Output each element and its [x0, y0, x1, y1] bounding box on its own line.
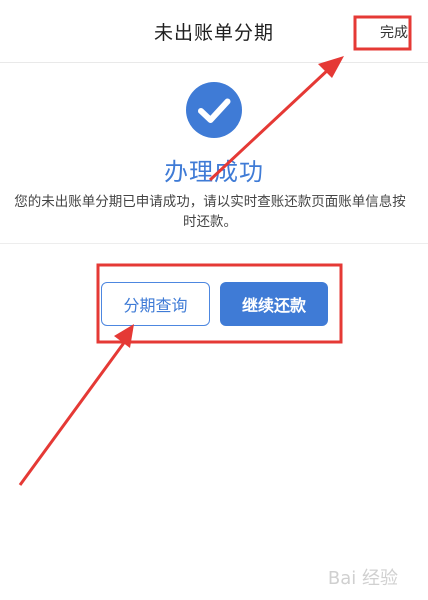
watermark: Bai 经验 [327, 568, 398, 589]
navigation-bar: 未出账单分期 完成 [0, 0, 428, 63]
check-icon [186, 82, 242, 138]
success-description: 您的未出账单分期已申请成功，请以实时查账还款页面账单信息按时还款。 [14, 194, 406, 230]
annotation-arrow-buttons [18, 324, 134, 486]
installment-query-button[interactable]: 分期查询 [101, 282, 210, 326]
continue-repayment-button[interactable]: 继续还款 [220, 282, 328, 326]
page-title: 未出账单分期 [153, 22, 274, 44]
success-title: 办理成功 [164, 158, 264, 186]
divider [0, 243, 428, 244]
done-button[interactable]: 完成 [380, 22, 408, 42]
